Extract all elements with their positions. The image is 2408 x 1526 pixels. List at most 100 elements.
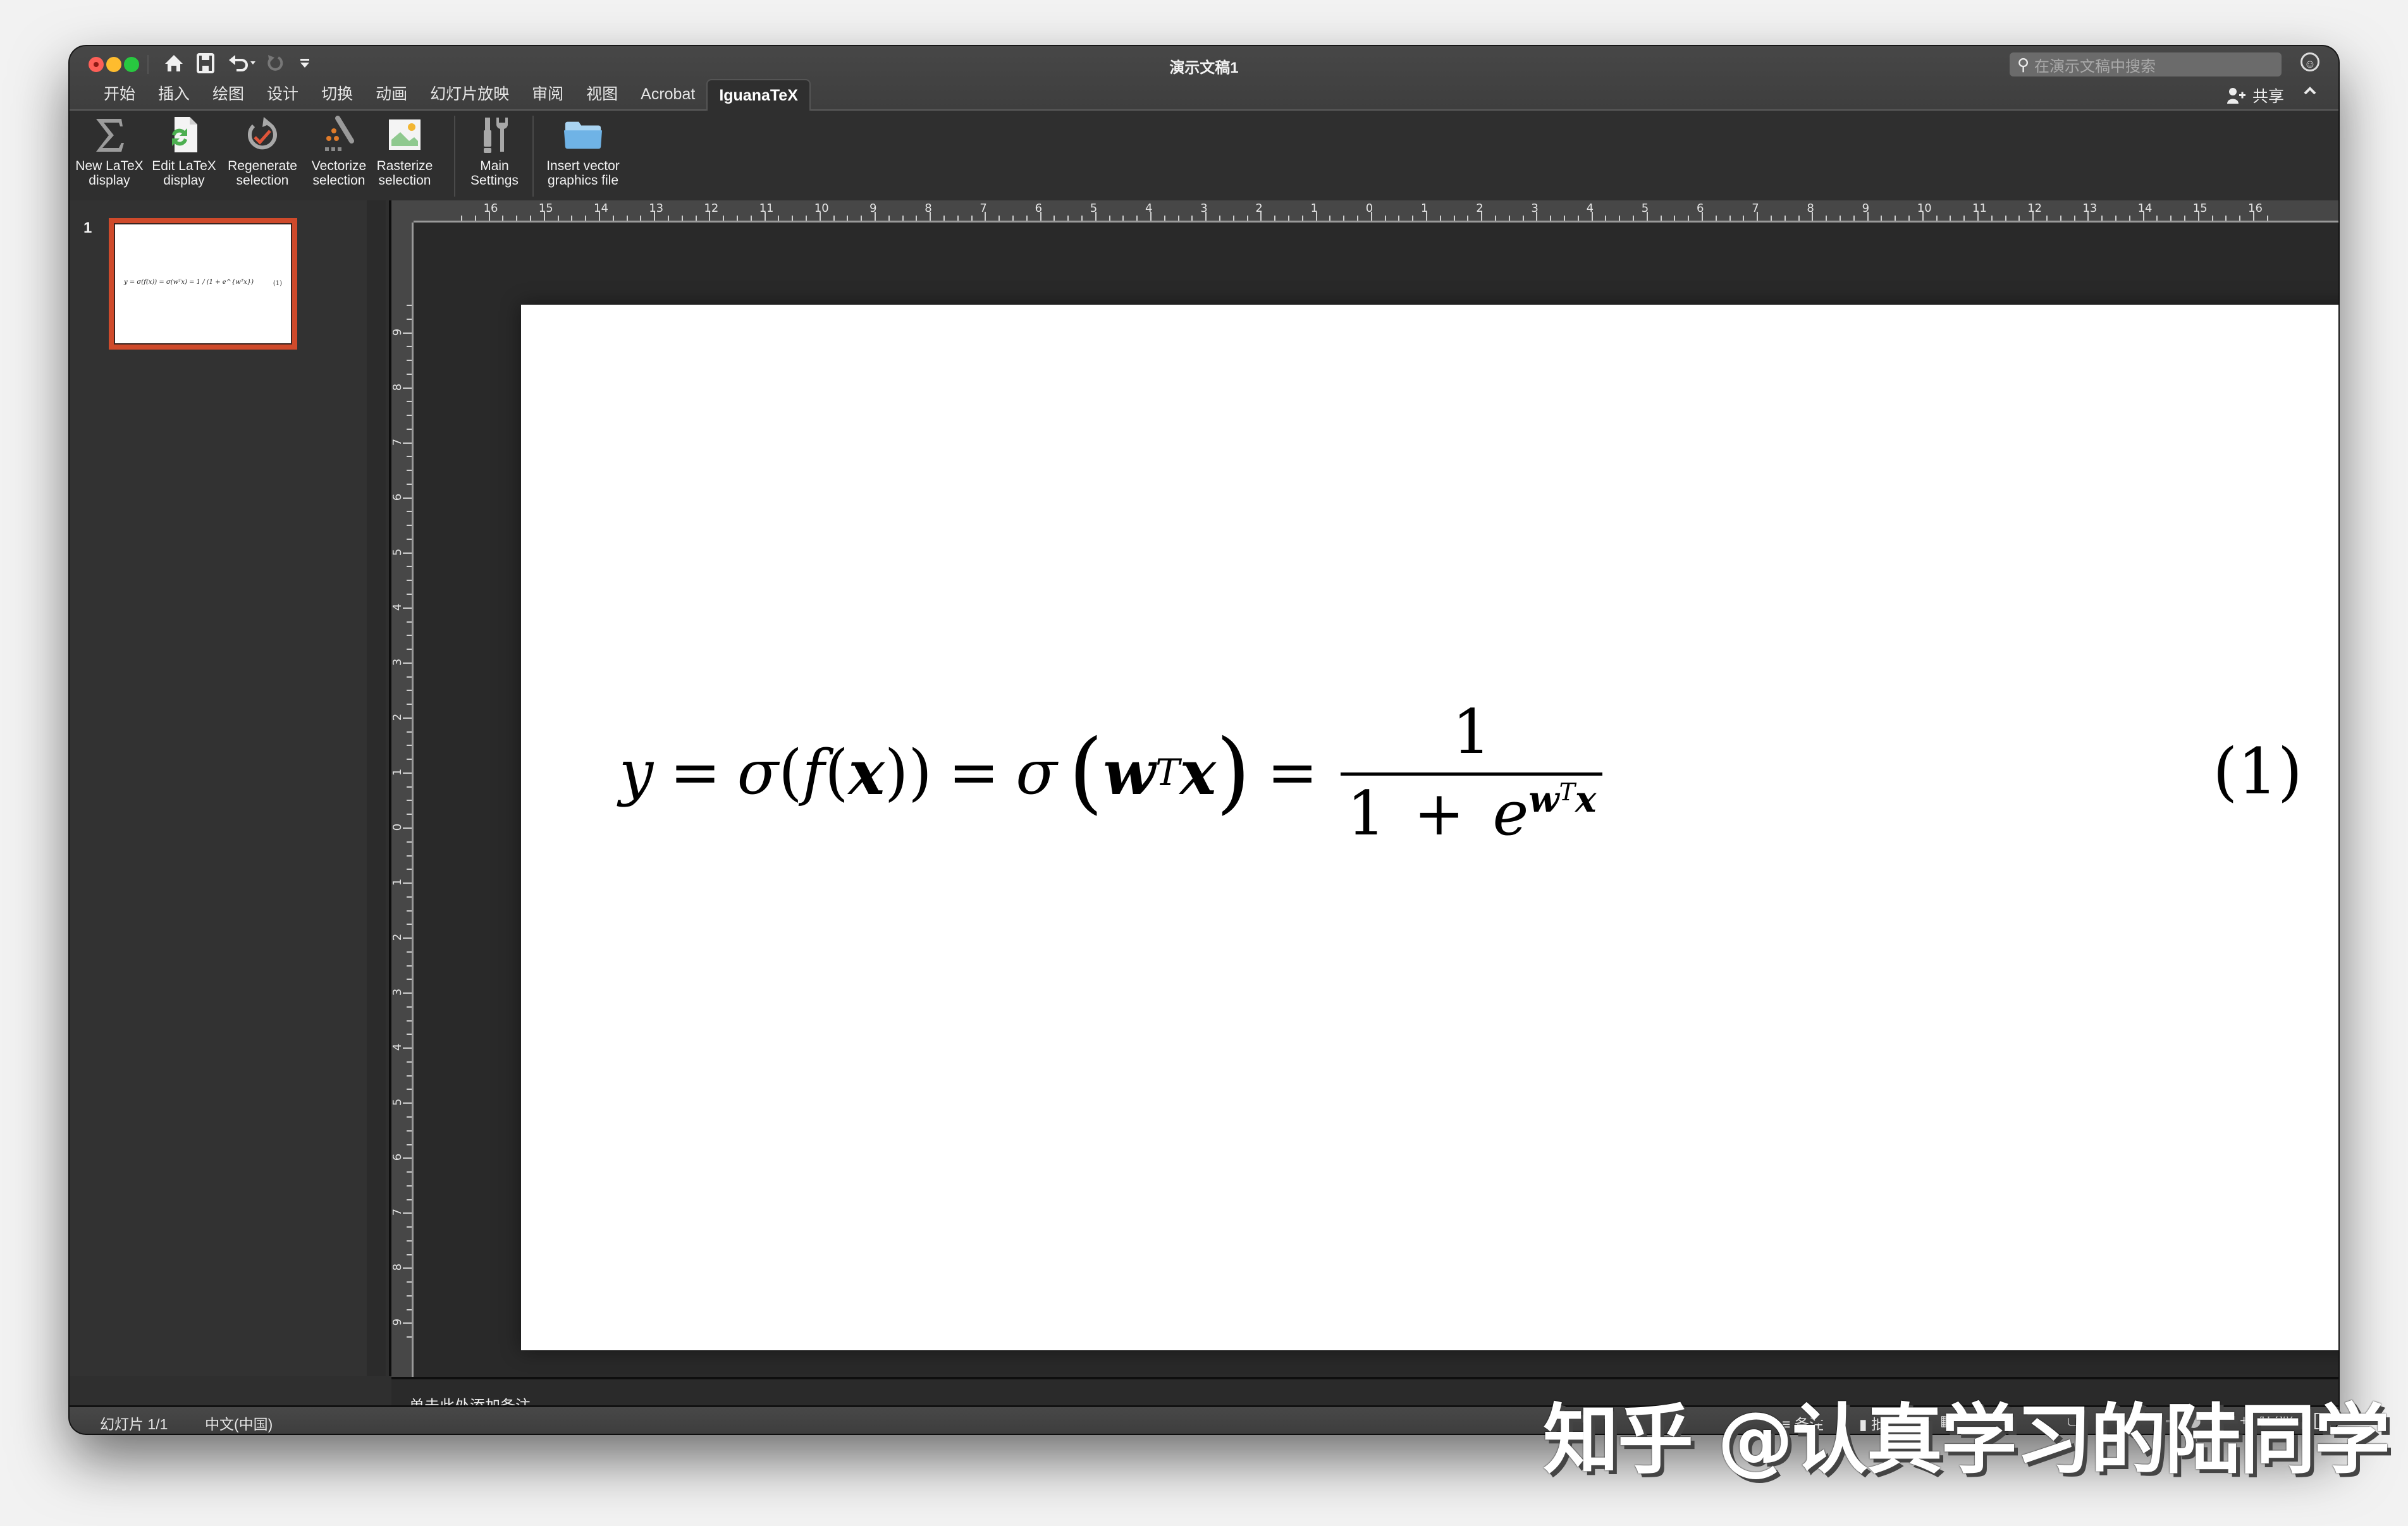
ruler-tick (930, 212, 931, 221)
ruler-tick (599, 212, 600, 221)
ruler-tick (1812, 212, 1814, 221)
folder-icon (563, 114, 603, 155)
ruler-tick (407, 965, 412, 967)
eq-numerator: 1 (1452, 696, 1491, 767)
language-indicator[interactable]: 中文(中国) (205, 1412, 273, 1434)
ruler-tick (1522, 216, 1524, 221)
ruler-label: 11 (1972, 202, 1987, 215)
insert-vector-graphics-button[interactable]: Insert vector graphics file (539, 114, 627, 188)
vectorize-selection-button[interactable]: Vectorize selection (306, 114, 372, 188)
ruler-tick (2253, 212, 2254, 221)
ruler-tick (403, 332, 412, 334)
ruler-tick (2087, 212, 2089, 221)
ruler-tick (407, 951, 412, 953)
ruler-tick (2073, 216, 2075, 221)
ruler-tick (403, 937, 412, 939)
ruler-tick (407, 346, 412, 348)
button-label: selection (312, 173, 366, 188)
ruler-tick (403, 1267, 412, 1269)
ruler-tick (407, 1061, 412, 1063)
ruler-tick (1508, 216, 1510, 221)
eq-rparen: ) (908, 737, 932, 808)
ruler-tick (2225, 216, 2227, 221)
ruler-tick (407, 649, 412, 650)
ruler-tick (1398, 216, 1400, 221)
sigma-icon (89, 114, 130, 155)
ruler-tick (407, 511, 412, 513)
ruler-tick (2239, 216, 2241, 221)
tab-home[interactable]: 开始 (92, 79, 147, 109)
ruler-tick (916, 216, 918, 221)
eq-sigma: σ (1016, 737, 1057, 808)
ruler-tick (1633, 216, 1634, 221)
tab-slideshow[interactable]: 幻灯片放映 (419, 79, 520, 109)
ruler-tick (2046, 216, 2048, 221)
tab-draw[interactable]: 绘图 (201, 79, 255, 109)
tab-transitions[interactable]: 切换 (310, 79, 364, 109)
eq-x-bold: x (1179, 736, 1216, 809)
share-button[interactable]: 共享 (2227, 84, 2284, 107)
ruler-label: 16 (2248, 202, 2263, 215)
ruler-tick (407, 621, 412, 623)
slide-thumbnail[interactable]: y = σ(f(x)) = σ(wᵀx) = 1 / (1 + e^{wᵀx})… (109, 218, 297, 350)
vectorize-icon (319, 114, 359, 155)
eq-x-bold: x (848, 736, 885, 809)
eq-plus: + (1413, 778, 1465, 849)
ruler-tick (1577, 216, 1579, 221)
ruler-label: 16 (483, 202, 498, 215)
ruler-tick (407, 594, 412, 595)
tab-review[interactable]: 审阅 (520, 79, 575, 109)
slide-canvas[interactable]: y = σ ( f ( x ) ) = σ ( wT x ) = 1 1 + e… (521, 305, 2338, 1350)
ruler-tick (847, 216, 849, 221)
ruler-tick (2128, 216, 2130, 221)
horizontal-ruler[interactable]: 16 15 14 13 12 11 10 9 8 7 6 5 4 3 2 1 0 1 2 3 4 5 6 7 8 9 10 11 12 1… (391, 200, 2338, 223)
eq-exponent: wTx (1528, 778, 1596, 821)
button-label: graphics file (547, 173, 619, 188)
new-latex-display-button[interactable]: New LaTeX display (75, 114, 144, 188)
thumbnail-equation: y = σ(f(x)) = σ(wᵀx) = 1 / (1 + e^{wᵀx}) (124, 279, 254, 286)
eq-transpose: T (1155, 751, 1180, 794)
ruler-tick (2032, 212, 2034, 221)
ruler-tick (2184, 216, 2185, 221)
ruler-tick (407, 1240, 412, 1242)
search-input[interactable]: ⚲ 在演示文稿中搜索 (2010, 52, 2282, 76)
ribbon-tabs: 开始 插入 绘图 设计 切换 动画 幻灯片放映 审阅 视图 Acrobat Ig… (92, 79, 811, 111)
vertical-ruler[interactable]: 9876543210123456789 (391, 200, 414, 1377)
edit-latex-display-button[interactable]: Edit LaTeX display (149, 114, 219, 188)
ruler-tick (407, 855, 412, 857)
ruler-tick (403, 1322, 412, 1324)
ruler-tick (888, 216, 890, 221)
ruler-tick (516, 216, 518, 221)
rasterize-selection-button[interactable]: Rasterize selection (373, 114, 436, 188)
latex-equation[interactable]: y = σ ( f ( x ) ) = σ ( wT x ) = 1 1 + e… (619, 678, 1603, 867)
ruler-tick (502, 216, 504, 221)
ruler-tick (1784, 216, 1786, 221)
eq-big-rparen: ) (1215, 721, 1251, 824)
feedback-smiley-icon[interactable]: ☺ (2300, 52, 2319, 71)
ruler-tick (407, 538, 412, 540)
ruler-tick (1895, 216, 1896, 221)
ruler-tick (1481, 212, 1483, 221)
button-label: display (89, 173, 130, 188)
collapse-ribbon-chevron-up-icon[interactable] (2303, 83, 2317, 102)
thumbnails-scroll-track[interactable] (367, 200, 386, 1376)
ruler-tick (1798, 216, 1800, 221)
thumbnail-canvas: y = σ(f(x)) = σ(wᵀx) = 1 / (1 + e^{wᵀx})… (114, 223, 292, 345)
ruler-tick (403, 1212, 412, 1214)
ruler-tick (407, 1281, 412, 1283)
ruler-tick (1274, 216, 1276, 221)
tab-view[interactable]: 视图 (575, 79, 629, 109)
tab-design[interactable]: 设计 (255, 79, 310, 109)
tab-iguanatex[interactable]: IguanaTeX (706, 79, 811, 111)
main-settings-button[interactable]: Main Settings (463, 114, 526, 188)
add-person-icon (2227, 88, 2245, 104)
document-title: 演示文稿1 (1169, 59, 1239, 76)
ruler-tick (2115, 216, 2116, 221)
regenerate-selection-button[interactable]: Regenerate selection (225, 114, 300, 188)
tab-acrobat[interactable]: Acrobat (629, 79, 706, 109)
tab-animations[interactable]: 动画 (364, 79, 419, 109)
tab-insert[interactable]: 插入 (147, 79, 201, 109)
ruler-tick (1591, 212, 1593, 221)
ruler-tick (1109, 216, 1110, 221)
ruler-tick (407, 1116, 412, 1118)
